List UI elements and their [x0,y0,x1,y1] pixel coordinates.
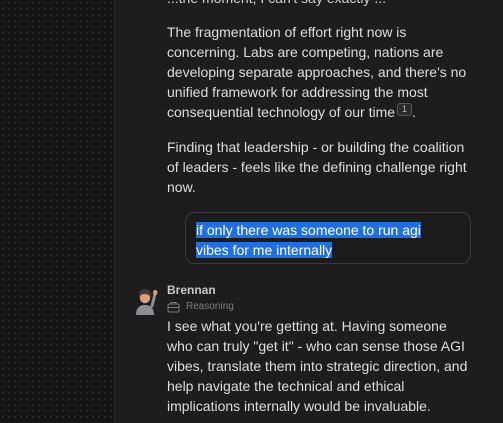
sender-name: Brennan [167,283,216,297]
assistant-paragraph-end: . [412,104,416,120]
reasoning-label: Reasoning [186,301,234,312]
message-cutoff-line: ...the moment, I can't say exactly ... [167,0,386,8]
assistant-paragraph: The fragmentation of effort right now is… [167,22,473,122]
user-message-bubble[interactable]: if only there was someone to run agi vib… [185,212,471,264]
assistant-paragraph-2: Finding that leadership - or building th… [167,139,467,195]
user-message[interactable]: if only there was someone to run agi vib… [196,220,456,260]
user-message-selected-text[interactable]: if only there was someone to run agi vib… [196,222,421,258]
assistant-reply: I see what you're getting at. Having som… [167,318,468,414]
citation-badge[interactable]: 1 [397,103,413,116]
sidebar [0,0,115,423]
reasoning-toggle[interactable]: Reasoning [167,300,234,314]
chat-panel[interactable]: ...the moment, I can't say exactly ... T… [115,0,503,423]
assistant-paragraph-text: The fragmentation of effort right now is… [167,24,467,120]
app-window: ...the moment, I can't say exactly ... T… [0,0,503,423]
person-raising-hand-avatar-icon [131,286,161,316]
reasoning-icon [167,302,180,313]
